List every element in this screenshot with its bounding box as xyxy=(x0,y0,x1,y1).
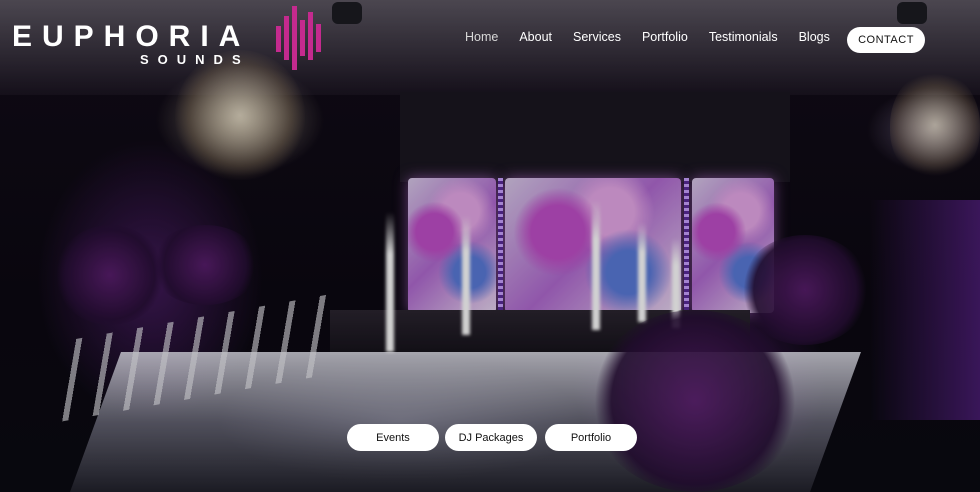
site-logo[interactable]: EUPHORIA SOUNDS xyxy=(12,2,332,74)
nav-home[interactable]: Home xyxy=(465,30,498,48)
portfolio-button[interactable]: Portfolio xyxy=(545,424,637,451)
events-button[interactable]: Events xyxy=(347,424,439,451)
main-nav: Home About Services Portfolio Testimonia… xyxy=(465,30,851,48)
contact-button[interactable]: CONTACT xyxy=(847,27,925,53)
nav-services[interactable]: Services xyxy=(573,30,621,48)
nav-testimonials[interactable]: Testimonials xyxy=(709,30,778,48)
nav-blogs[interactable]: Blogs xyxy=(799,30,830,48)
sound-bars-icon xyxy=(276,6,321,70)
nav-portfolio[interactable]: Portfolio xyxy=(642,30,688,48)
nav-about[interactable]: About xyxy=(519,30,552,48)
dj-packages-button[interactable]: DJ Packages xyxy=(445,424,537,451)
logo-tagline: SOUNDS xyxy=(140,52,250,67)
logo-wordmark: EUPHORIA xyxy=(12,20,251,53)
